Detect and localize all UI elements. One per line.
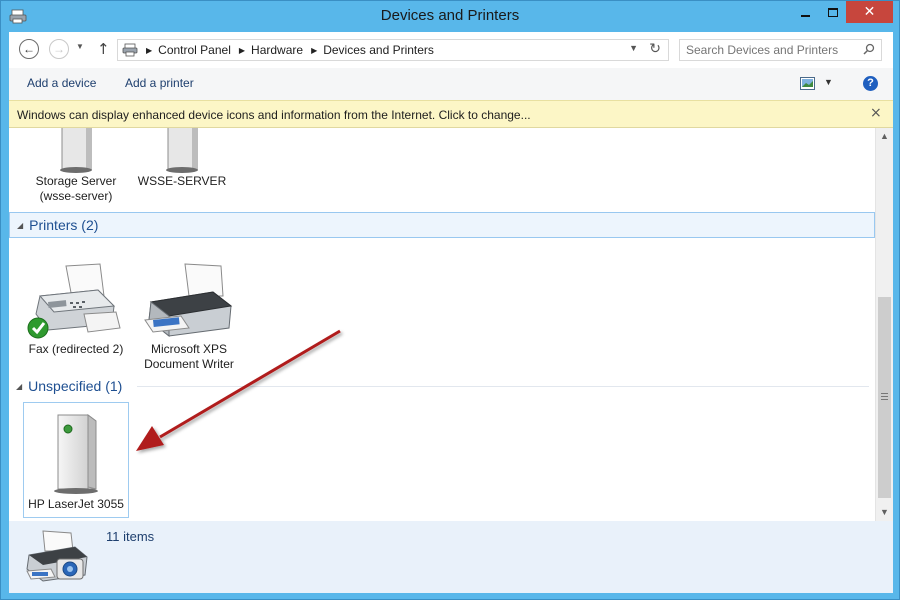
address-bar[interactable]: ▶ Control Panel ▶ Hardware ▶ Devices and… [117, 39, 669, 61]
vertical-scrollbar[interactable]: ▲ ▼ [875, 128, 893, 521]
breadcrumb-separator-icon[interactable]: ▶ [311, 46, 317, 55]
forward-arrow-icon: → [53, 42, 65, 56]
info-bar-message[interactable]: Windows can display enhanced device icon… [17, 108, 531, 122]
device-fax[interactable]: Fax (redirected 2) [23, 262, 129, 357]
fax-icon [27, 263, 121, 339]
minimize-icon [801, 15, 810, 17]
close-button[interactable]: ✕ [846, 1, 893, 23]
device-wsse-server[interactable]: WSSE-SERVER [129, 128, 235, 189]
address-dropdown-icon[interactable]: ▼ [629, 43, 638, 53]
recent-locations-dropdown-icon[interactable]: ▼ [76, 42, 84, 51]
devices-and-printers-window: Devices and Printers ✕ ← → ▼ ↑ ▶ Control… [0, 0, 900, 600]
help-icon[interactable]: ? [863, 76, 878, 91]
back-button[interactable]: ← [19, 39, 39, 59]
explorer-client-area: ← → ▼ ↑ ▶ Control Panel ▶ Hardware ▶ Dev… [9, 32, 893, 593]
info-bar-close-icon[interactable]: × [870, 105, 882, 121]
up-arrow-icon[interactable]: ↑ [97, 40, 110, 58]
scrollbar-grip-icon [881, 393, 888, 400]
change-view-icon[interactable] [800, 77, 815, 90]
maximize-icon [827, 7, 838, 17]
device-label: Fax (redirected 2) [28, 342, 124, 356]
maximize-button[interactable] [819, 1, 846, 23]
group-title: Unspecified (1) [28, 378, 123, 394]
device-label: WSSE-SERVER [137, 174, 227, 188]
collapse-group-icon[interactable]: ◢ [16, 382, 22, 391]
device-storage-server[interactable]: Storage Server (wsse-server) [23, 128, 129, 204]
search-icon[interactable] [863, 43, 875, 55]
minimize-button[interactable] [792, 1, 819, 23]
breadcrumb-control-panel[interactable]: Control Panel [158, 43, 231, 57]
storage-server-icon [60, 128, 92, 173]
server-icon [166, 128, 198, 173]
devices-and-printers-large-icon [26, 530, 88, 582]
device-microsoft-xps-document-writer[interactable]: Microsoft XPS Document Writer [136, 262, 242, 372]
control-panel-icon [122, 43, 138, 57]
forward-button[interactable]: → [49, 39, 69, 59]
printer-icon [144, 263, 233, 338]
info-bar[interactable]: Windows can display enhanced device icon… [9, 100, 893, 128]
device-label: Microsoft XPS [150, 342, 228, 356]
group-title: Printers (2) [29, 217, 99, 233]
search-box[interactable] [679, 39, 882, 61]
command-bar: Add a device Add a printer ▼ ? [9, 68, 893, 100]
navigation-bar: ← → ▼ ↑ ▶ Control Panel ▶ Hardware ▶ Dev… [9, 32, 893, 68]
item-count: 11 items [106, 529, 155, 544]
group-header-unspecified[interactable]: ◢ Unspecified (1) [9, 374, 122, 398]
add-device-button[interactable]: Add a device [27, 76, 96, 90]
refresh-icon[interactable]: ↻ [649, 41, 661, 57]
window-title: Devices and Printers [380, 7, 520, 24]
breadcrumb-separator-icon[interactable]: ▶ [146, 46, 152, 55]
collapse-group-icon[interactable]: ◢ [17, 221, 23, 230]
scrollbar-thumb[interactable] [878, 297, 891, 498]
details-pane: 11 items [9, 521, 893, 593]
unspecified-device-icon [54, 414, 98, 494]
view-options-dropdown-icon[interactable]: ▼ [824, 77, 833, 87]
device-label: Storage Server [35, 174, 117, 188]
close-icon: ✕ [863, 4, 876, 20]
scroll-up-icon[interactable]: ▲ [876, 128, 893, 145]
scroll-down-icon[interactable]: ▼ [876, 504, 893, 521]
breadcrumb-devices-and-printers[interactable]: Devices and Printers [323, 43, 434, 57]
device-label: Document Writer [144, 357, 234, 371]
group-header-printers[interactable]: ◢ Printers (2) [9, 212, 875, 238]
search-input[interactable] [686, 40, 861, 60]
back-arrow-icon: ← [23, 42, 35, 56]
add-printer-button[interactable]: Add a printer [125, 76, 194, 90]
device-label: HP LaserJet 3055 [28, 497, 124, 511]
group-divider [137, 386, 869, 387]
breadcrumb-separator-icon[interactable]: ▶ [239, 46, 245, 55]
device-label: (wsse-server) [39, 189, 113, 203]
title-bar[interactable]: Devices and Printers ✕ [1, 1, 899, 32]
device-hp-laserjet-3055[interactable]: HP LaserJet 3055 [23, 402, 129, 518]
devices-content-area: Storage Server (wsse-server) WSSE-SERVER… [9, 128, 875, 521]
breadcrumb-hardware[interactable]: Hardware [251, 43, 303, 57]
